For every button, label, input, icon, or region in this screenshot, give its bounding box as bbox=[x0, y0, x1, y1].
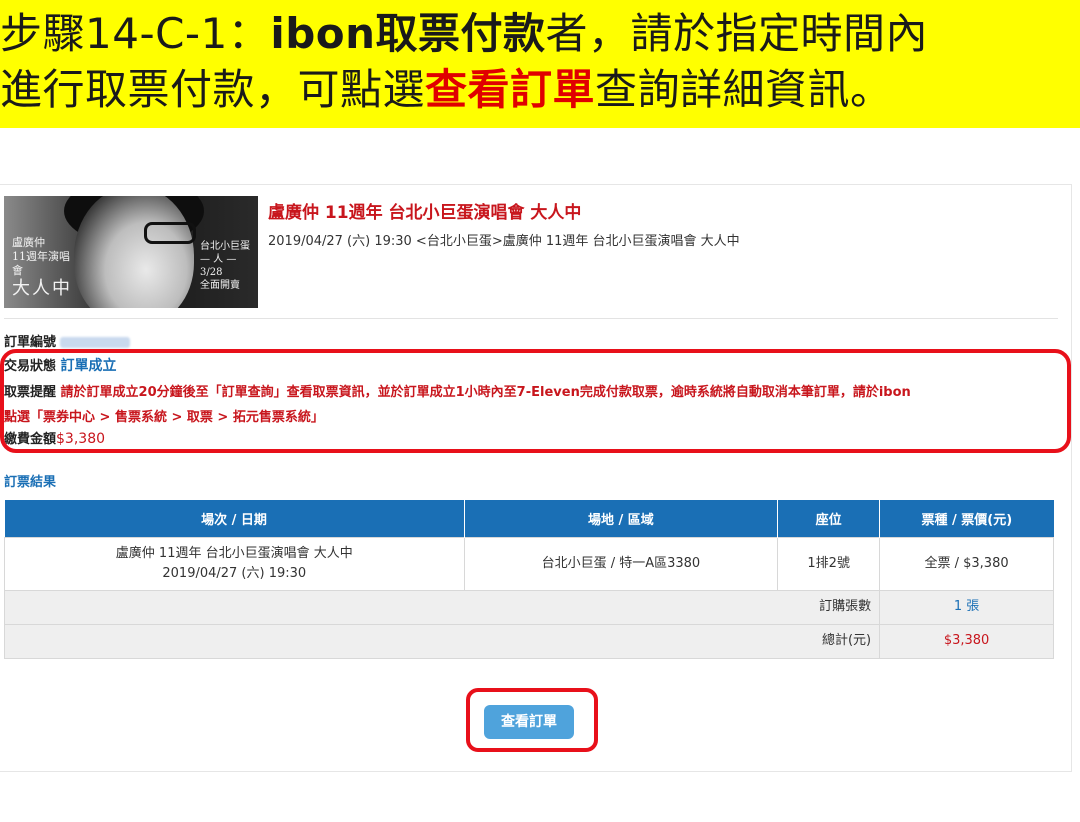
reminder-text: 請於訂單成立20分鐘後至「訂單查詢」查看取票資訊，並於訂單成立1小時內至7-El… bbox=[60, 385, 911, 400]
banner-line1-suffix: 者，請於指定時間內 bbox=[545, 9, 929, 58]
poster-tagline: — 人 — bbox=[200, 254, 237, 265]
banner-highlight-text: 查看訂單 bbox=[425, 65, 596, 114]
status-value: 訂單成立 bbox=[60, 358, 117, 374]
total-value: $3,380 bbox=[879, 623, 1054, 659]
poster-concert-name: 11週年演唱會 bbox=[12, 250, 70, 277]
poster-date: 3/28 bbox=[200, 267, 223, 278]
event-title: 盧廣仲 11週年 台北小巨蛋演唱會 大人中 bbox=[268, 203, 582, 223]
quantity-row: 訂購張數 1 張 bbox=[3, 589, 1054, 625]
quantity-label: 訂購張數 bbox=[3, 589, 881, 625]
banner-step-label: 步驟14-C-1： bbox=[0, 9, 271, 58]
reminder-label: 取票提醒 bbox=[4, 385, 57, 400]
poster-right-text: 台北小巨蛋 — 人 — 3/28 全面開賣 bbox=[200, 240, 258, 292]
table-row: 盧廣仲 11週年 台北小巨蛋演唱會 大人中 2019/04/27 (六) 19:… bbox=[4, 536, 1054, 591]
pickup-reminder-row: 取票提醒 請於訂單成立20分鐘後至「訂單查詢」查看取票資訊，並於訂單成立1小時內… bbox=[4, 381, 1044, 400]
quantity-value: 1 張 bbox=[879, 589, 1054, 625]
order-number-label: 訂單編號 bbox=[4, 335, 57, 350]
fee-value: $3,380 bbox=[56, 431, 106, 447]
column-header-seat: 座位 bbox=[777, 500, 881, 537]
cell-price: 全票 / $3,380 bbox=[879, 536, 1054, 591]
banner-line2-suffix: 查詢詳細資訊。 bbox=[595, 65, 893, 114]
ticket-table: 場次 / 日期 場地 / 區域 座位 票種 / 票價(元) 盧廣仲 11週年 台… bbox=[3, 500, 1054, 659]
cell-seat: 1排2號 bbox=[777, 536, 881, 591]
poster-big-title: 大人中 bbox=[12, 278, 72, 299]
column-header-price: 票種 / 票價(元) bbox=[879, 500, 1054, 537]
total-label: 總計(元) bbox=[3, 623, 881, 659]
event-poster-image: 盧廣仲 11週年演唱會 大人中 台北小巨蛋 — 人 — 3/28 全面開賣 bbox=[4, 196, 258, 308]
poster-sale-text: 全面開賣 bbox=[200, 280, 240, 291]
cell-event: 盧廣仲 11週年 台北小巨蛋演唱會 大人中 2019/04/27 (六) 19:… bbox=[4, 536, 465, 591]
event-subtitle: 2019/04/27 (六) 19:30 <台北小巨蛋>盧廣仲 11週年 台北小… bbox=[268, 234, 740, 249]
fee-label: 繳費金額 bbox=[4, 432, 57, 447]
column-header-venue: 場地 / 區域 bbox=[464, 500, 779, 537]
banner-line-2: 進行取票付款，可點選查看訂單查詢詳細資訊。 bbox=[0, 62, 1080, 118]
cell-event-name: 盧廣仲 11週年 台北小巨蛋演唱會 大人中 bbox=[115, 545, 353, 561]
total-row: 總計(元) $3,380 bbox=[3, 623, 1054, 659]
poster-glasses-shape bbox=[144, 222, 196, 244]
instruction-banner: 步驟14-C-1：ibon取票付款者，請於指定時間內 進行取票付款，可點選查看訂… bbox=[0, 0, 1080, 128]
order-number-row: 訂單編號 bbox=[4, 331, 131, 350]
transaction-status-row: 交易狀態 訂單成立 bbox=[4, 355, 117, 375]
poster-artist-name: 盧廣仲 bbox=[12, 236, 45, 249]
divider bbox=[4, 318, 1058, 319]
status-label: 交易狀態 bbox=[4, 359, 57, 374]
banner-line-1: 步驟14-C-1：ibon取票付款者，請於指定時間內 bbox=[0, 6, 1080, 62]
banner-bold-text: ibon取票付款 bbox=[270, 9, 546, 58]
table-header-row: 場次 / 日期 場地 / 區域 座位 票種 / 票價(元) bbox=[4, 500, 1054, 537]
view-order-button[interactable]: 查看訂單 bbox=[484, 705, 574, 739]
cell-venue: 台北小巨蛋 / 特一A區3380 bbox=[463, 536, 779, 591]
cell-event-date: 2019/04/27 (六) 19:30 bbox=[162, 565, 307, 581]
order-number-redacted bbox=[60, 337, 131, 348]
column-header-event: 場次 / 日期 bbox=[4, 500, 465, 537]
booking-result-heading: 訂票結果 bbox=[4, 475, 57, 490]
poster-face-shape bbox=[74, 196, 194, 308]
banner-line2-prefix: 進行取票付款，可點選 bbox=[0, 65, 426, 114]
reminder-text-continued: 點選「票券中心 > 售票系統 > 取票 > 拓元售票系統」 bbox=[4, 410, 324, 425]
payment-amount-row: 繳費金額$3,380 bbox=[4, 428, 105, 447]
poster-venue: 台北小巨蛋 bbox=[200, 241, 250, 252]
poster-left-text: 盧廣仲 11週年演唱會 大人中 bbox=[12, 236, 72, 300]
